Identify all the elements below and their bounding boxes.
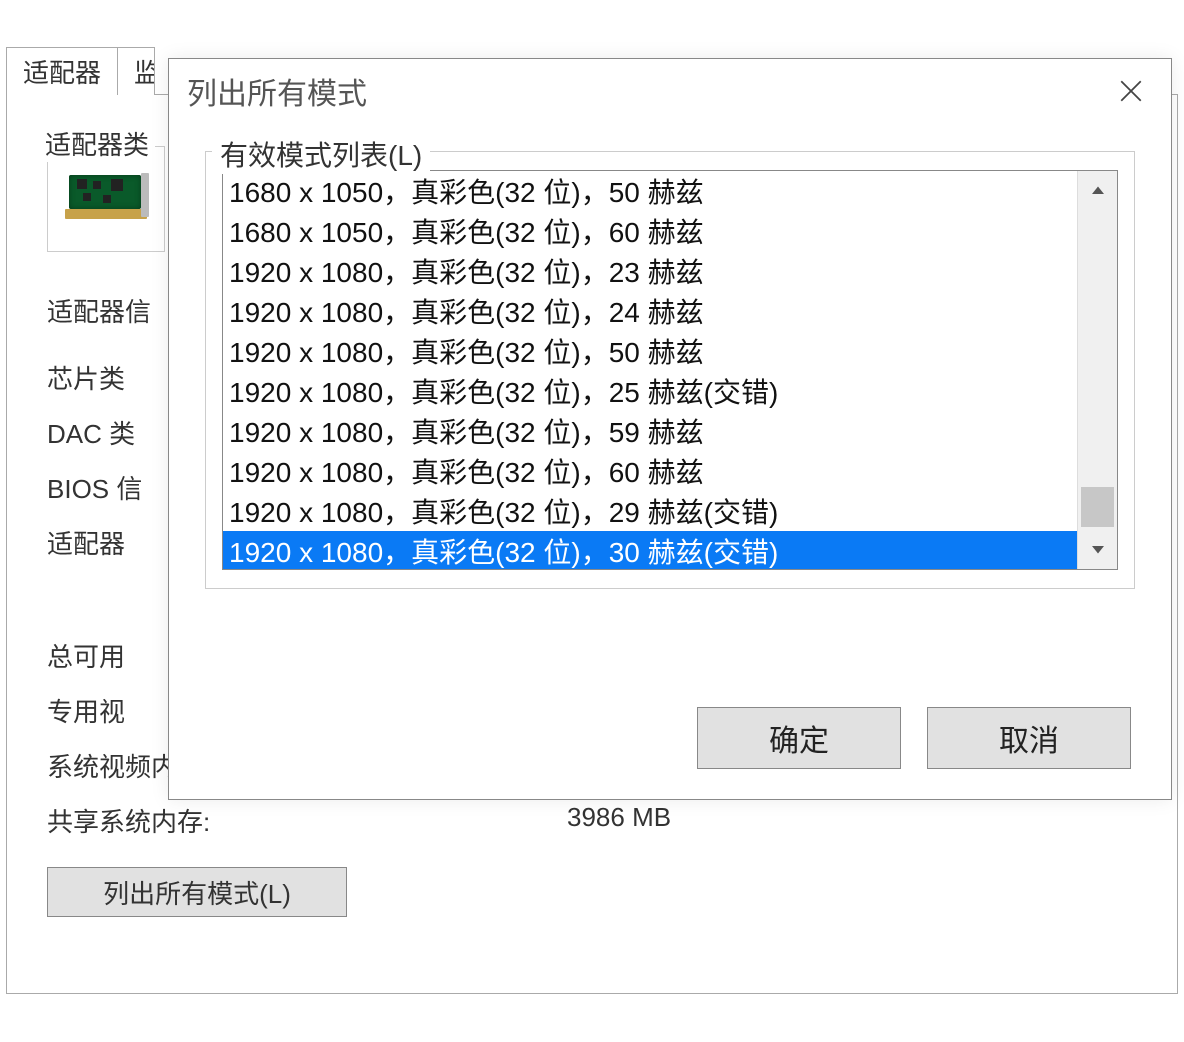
dialog-button-row: 确定 取消 <box>169 679 1171 799</box>
mode-item[interactable]: 1920 x 1080，真彩色(32 位)，30 赫兹(交错) <box>223 531 1077 569</box>
tab-adapter[interactable]: 适配器 <box>6 47 118 95</box>
mode-item[interactable]: 1920 x 1080，真彩色(32 位)，24 赫兹 <box>223 291 1077 331</box>
mode-item[interactable]: 1920 x 1080，真彩色(32 位)，50 赫兹 <box>223 331 1077 371</box>
valid-modes-legend: 有效模式列表(L) <box>212 134 430 174</box>
scrollbar[interactable] <box>1077 171 1117 569</box>
modes-listbox[interactable]: 1680 x 1050，真彩色(32 位)，50 赫兹1680 x 1050，真… <box>222 170 1118 570</box>
list-all-modes-button[interactable]: 列出所有模式(L) <box>47 867 347 917</box>
adapter-card-icon <box>58 165 158 233</box>
adapter-type-label: 适配器类 <box>39 125 155 162</box>
dialog-titlebar: 列出所有模式 <box>169 59 1171 123</box>
tab-monitor[interactable]: 监 <box>117 47 155 95</box>
scroll-thumb[interactable] <box>1081 487 1114 527</box>
adapter-info-label: 适配器信 <box>47 297 151 327</box>
valid-modes-fieldset: 有效模式列表(L) 1680 x 1050，真彩色(32 位)，50 赫兹168… <box>205 151 1135 589</box>
mode-item[interactable]: 1920 x 1080，真彩色(32 位)，60 赫兹 <box>223 451 1077 491</box>
row-shared-system-mem: 共享系统内存: 3986 MB <box>47 802 1137 839</box>
ok-button[interactable]: 确定 <box>697 707 901 769</box>
mode-item[interactable]: 1920 x 1080，真彩色(32 位)，25 赫兹(交错) <box>223 371 1077 411</box>
cancel-button[interactable]: 取消 <box>927 707 1131 769</box>
label-shared-system-mem: 共享系统内存: <box>47 802 567 839</box>
dialog-title: 列出所有模式 <box>187 69 1109 113</box>
scroll-down-icon[interactable] <box>1078 529 1117 569</box>
dialog-body: 有效模式列表(L) 1680 x 1050，真彩色(32 位)，50 赫兹168… <box>169 123 1171 679</box>
mode-item[interactable]: 1920 x 1080，真彩色(32 位)，29 赫兹(交错) <box>223 491 1077 531</box>
list-all-modes-dialog: 列出所有模式 有效模式列表(L) 1680 x 1050，真彩色(32 位)，5… <box>168 58 1172 800</box>
scroll-track[interactable] <box>1078 211 1117 529</box>
scroll-up-icon[interactable] <box>1078 171 1117 211</box>
mode-item[interactable]: 1920 x 1080，真彩色(32 位)，23 赫兹 <box>223 251 1077 291</box>
mode-item[interactable]: 1680 x 1050，真彩色(32 位)，50 赫兹 <box>223 171 1077 211</box>
mode-item[interactable]: 1680 x 1050，真彩色(32 位)，60 赫兹 <box>223 211 1077 251</box>
close-icon[interactable] <box>1109 69 1153 113</box>
mode-item[interactable]: 1920 x 1080，真彩色(32 位)，59 赫兹 <box>223 411 1077 451</box>
value-shared-system-mem: 3986 MB <box>567 802 671 839</box>
modes-list-viewport: 1680 x 1050，真彩色(32 位)，50 赫兹1680 x 1050，真… <box>223 171 1077 569</box>
